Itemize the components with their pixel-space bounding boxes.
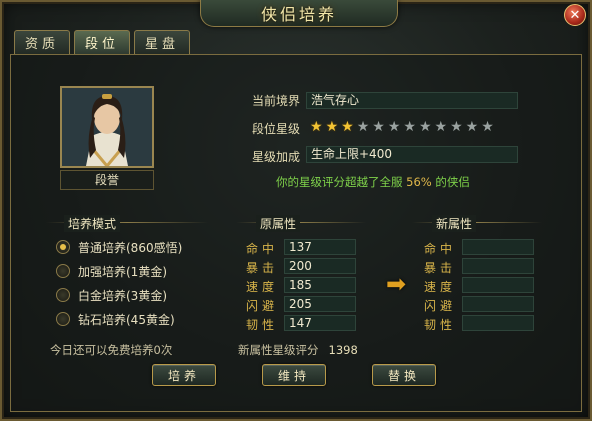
star-empty-icon: ★ (403, 119, 416, 135)
new-attr-value-hit (462, 239, 534, 255)
mode-enhanced-label: 加强培养(1黄金) (78, 264, 167, 279)
mode-platinum[interactable]: 白金培养(3黄金) (56, 286, 167, 304)
mode-diamond[interactable]: 钻石培养(45黄金) (56, 310, 175, 328)
new-attrs-title: 新属性 (432, 215, 477, 232)
old-attr-label-toughness: 韧性 (246, 318, 279, 332)
new-attr-value-speed (462, 277, 534, 293)
new-attr-score-label: 新属性星级评分 (238, 343, 319, 357)
old-attr-value-speed: 185 (284, 277, 356, 293)
mode-normal-label: 普通培养(860感悟) (78, 240, 183, 255)
mode-diamond-label: 钻石培养(45黄金) (78, 312, 175, 327)
train-button[interactable]: 培养 (152, 364, 216, 386)
mode-normal[interactable]: 普通培养(860感悟) (56, 238, 182, 256)
old-attr-value-dodge: 205 (284, 296, 356, 312)
radio-diamond[interactable] (56, 312, 70, 326)
star-empty-icon: ★ (450, 119, 463, 135)
radio-platinum[interactable] (56, 288, 70, 302)
old-attr-label-dodge: 闪避 (246, 299, 279, 313)
star-empty-icon: ★ (387, 119, 401, 135)
character-name: 段誉 (60, 170, 154, 190)
star-empty-icon: ★ (418, 119, 432, 135)
star-filled-icon: ★ (341, 119, 354, 135)
arrow-right-icon: ➡ (386, 270, 407, 298)
old-attr-label-hit: 命中 (246, 242, 279, 256)
new-attr-label-toughness: 韧性 (424, 318, 457, 332)
keep-button[interactable]: 维持 (262, 364, 326, 386)
mode-platinum-label: 白金培养(3黄金) (78, 288, 167, 303)
old-attr-value-toughness: 147 (284, 315, 356, 331)
tab-bar: 资质 段位 星盘 (14, 30, 190, 54)
old-attr-label-speed: 速度 (246, 280, 279, 294)
tab-rank[interactable]: 段位 (74, 30, 130, 54)
old-attr-value-crit: 200 (284, 258, 356, 274)
new-attr-value-crit (462, 258, 534, 274)
tab-star-chart[interactable]: 星盘 (134, 30, 190, 54)
star-filled-icon: ★ (310, 119, 323, 135)
star-filled-icon: ★ (325, 119, 339, 135)
new-attr-score: 新属性星级评分 1398 (238, 342, 358, 358)
ranking-notice: 你的星级评分超越了全服 56% 的侠侣 (276, 174, 470, 190)
old-attr-value-hit: 137 (284, 239, 356, 255)
new-attr-value-toughness (462, 315, 534, 331)
free-training-count: 今日还可以免费培养0次 (50, 343, 173, 357)
close-icon[interactable]: ✕ (564, 4, 586, 26)
character-portrait (60, 86, 154, 168)
character-avatar-icon (62, 88, 152, 166)
old-attr-label-crit: 暴击 (246, 261, 279, 275)
new-attr-value-dodge (462, 296, 534, 312)
tab-aptitude[interactable]: 资质 (14, 30, 70, 54)
new-attr-score-value: 1398 (328, 343, 358, 357)
star-rating: ★ ★ ★ ★ ★ ★ ★ ★ ★ ★ ★ ★ (306, 118, 522, 136)
star-empty-icon: ★ (465, 119, 479, 135)
new-attr-label-crit: 暴击 (424, 261, 457, 275)
mode-enhanced[interactable]: 加强培养(1黄金) (56, 262, 167, 280)
star-level-label: 段位星级 (252, 122, 301, 136)
star-empty-icon: ★ (372, 119, 385, 135)
star-empty-icon: ★ (356, 119, 370, 135)
modes-title: 培养模式 (64, 215, 121, 232)
new-attr-label-speed: 速度 (424, 280, 457, 294)
rank-value: 浩气存心 (306, 92, 518, 109)
notice-suffix: 的侠侣 (435, 175, 470, 189)
rank-label: 当前境界 (252, 94, 301, 108)
replace-button[interactable]: 替换 (372, 364, 436, 386)
star-empty-icon: ★ (434, 119, 448, 135)
star-empty-icon: ★ (481, 119, 494, 135)
new-attr-label-dodge: 闪避 (424, 299, 457, 313)
new-attr-label-hit: 命中 (424, 242, 457, 256)
old-attrs-title: 原属性 (256, 215, 301, 232)
notice-percent: 56% (406, 175, 432, 189)
radio-normal[interactable] (56, 240, 70, 254)
star-bonus-label: 星级加成 (252, 150, 301, 164)
radio-enhanced[interactable] (56, 264, 70, 278)
window-title-bar: 侠侣培养 (200, 0, 398, 27)
notice-prefix: 你的星级评分超越了全服 (276, 175, 403, 189)
window-title: 侠侣培养 (260, 5, 337, 24)
star-bonus-value: 生命上限+400 (306, 146, 518, 163)
